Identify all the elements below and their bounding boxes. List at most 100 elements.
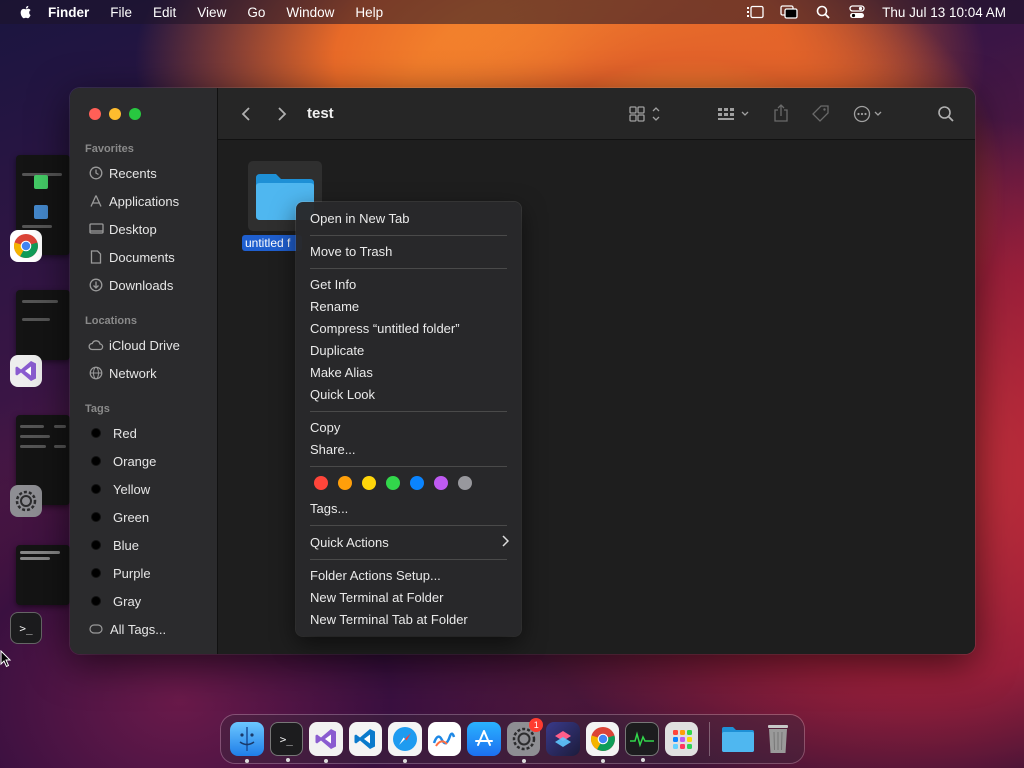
chrome-stage-icon[interactable] [10, 230, 42, 262]
menu-help[interactable]: Help [355, 5, 383, 20]
dock-visual-studio-icon[interactable] [309, 722, 343, 763]
tag-color-purple[interactable] [434, 476, 448, 490]
sidebar-item-label: Network [109, 365, 157, 381]
menu-tags[interactable]: Tags... [310, 499, 348, 519]
menu-rename[interactable]: Rename [310, 297, 359, 317]
menu-separator [310, 559, 507, 560]
menu-copy[interactable]: Copy [310, 418, 340, 438]
sidebar-tag-purple[interactable]: Purple [88, 563, 151, 583]
system-settings-stage-icon[interactable] [10, 485, 42, 517]
menu-view[interactable]: View [197, 5, 226, 20]
tag-dot-icon [91, 568, 101, 578]
forward-button[interactable] [272, 104, 292, 124]
finder-window: Favorites Recents Applications Desktop D… [70, 88, 975, 654]
menu-edit[interactable]: Edit [153, 5, 176, 20]
sidebar-item-applications[interactable]: Applications [88, 191, 179, 211]
spotlight-icon[interactable] [814, 4, 832, 20]
menu-get-info[interactable]: Get Info [310, 275, 356, 295]
sidebar-item-downloads[interactable]: Downloads [88, 275, 173, 295]
menu-quick-look[interactable]: Quick Look [310, 385, 375, 405]
menu-go[interactable]: Go [247, 5, 265, 20]
chevron-right-icon [502, 535, 510, 550]
sidebar-tag-orange[interactable]: Orange [88, 451, 156, 471]
menu-clock[interactable]: Thu Jul 13 10:04 AM [882, 5, 1006, 20]
dock-terminal-icon[interactable]: >_ [269, 722, 304, 762]
menu-open-new-tab[interactable]: Open in New Tab [310, 209, 410, 229]
tag-outline-icon [88, 621, 104, 637]
tag-color-orange[interactable] [338, 476, 352, 490]
tag-icon[interactable] [810, 103, 832, 125]
tag-color-green[interactable] [386, 476, 400, 490]
download-icon [88, 277, 104, 293]
sidebar-item-network[interactable]: Network [88, 363, 157, 383]
zoom-button[interactable] [129, 108, 141, 120]
tag-dot-icon [91, 456, 101, 466]
dock-system-settings-icon[interactable]: 1 [506, 718, 544, 763]
terminal-stage-icon[interactable]: >_ [10, 612, 42, 644]
dock-vscode-icon[interactable] [348, 722, 383, 756]
tag-color-red[interactable] [314, 476, 328, 490]
folder-label[interactable]: untitled f [242, 235, 302, 251]
menu-window[interactable]: Window [286, 5, 334, 20]
sidebar-tag-green[interactable]: Green [88, 507, 149, 527]
dock-trash-icon[interactable] [761, 722, 795, 756]
menu-make-alias[interactable]: Make Alias [310, 363, 373, 383]
visual-studio-stage-icon[interactable] [10, 355, 42, 387]
search-icon[interactable] [936, 104, 956, 124]
menu-quick-actions[interactable]: Quick Actions [310, 533, 389, 553]
menu-share[interactable]: Share... [310, 440, 356, 460]
menu-move-to-trash[interactable]: Move to Trash [310, 242, 392, 262]
dock-shortcuts-icon[interactable] [546, 722, 580, 756]
sidebar-item-recents[interactable]: Recents [88, 163, 157, 183]
back-button[interactable] [236, 104, 256, 124]
stage-manager-icon[interactable] [746, 4, 764, 20]
favorites-header: Favorites [85, 143, 134, 155]
minimize-button[interactable] [109, 108, 121, 120]
dock-launchpad-icon[interactable] [664, 722, 699, 756]
menu-app-name[interactable]: Finder [48, 5, 89, 20]
context-menu: Open in New Tab Move to Trash Get Info R… [296, 202, 521, 636]
menu-new-terminal-tab[interactable]: New Terminal Tab at Folder [310, 610, 468, 630]
dock-freeform-icon[interactable] [427, 722, 462, 756]
sidebar-tag-blue[interactable]: Blue [88, 535, 139, 555]
sidebar-tag-red[interactable]: Red [88, 423, 137, 443]
control-center-icon[interactable] [848, 4, 866, 20]
menu-compress[interactable]: Compress “untitled folder” [310, 319, 460, 339]
sidebar-all-tags[interactable]: All Tags... [88, 619, 166, 639]
menu-duplicate[interactable]: Duplicate [310, 341, 364, 361]
apple-menu-icon[interactable] [18, 4, 34, 20]
more-actions-button[interactable] [852, 104, 888, 124]
group-button[interactable] [715, 104, 755, 124]
window-controls [89, 108, 141, 120]
tag-color-yellow[interactable] [362, 476, 376, 490]
sidebar-item-documents[interactable]: Documents [88, 247, 175, 267]
finder-toolbar: test [218, 88, 975, 140]
dock-app-store-icon[interactable] [467, 722, 501, 756]
share-icon[interactable] [771, 102, 791, 124]
sidebar-tag-gray[interactable]: Gray [88, 591, 141, 611]
close-button[interactable] [89, 108, 101, 120]
tag-color-gray[interactable] [458, 476, 472, 490]
dock-finder-icon[interactable] [230, 722, 264, 763]
menu-new-terminal[interactable]: New Terminal at Folder [310, 588, 443, 608]
sidebar-item-label: All Tags... [110, 621, 167, 637]
running-indicator [285, 758, 290, 762]
sidebar-item-desktop[interactable]: Desktop [88, 219, 157, 239]
sidebar-item-icloud-drive[interactable]: iCloud Drive [88, 335, 180, 355]
menu-file[interactable]: File [110, 5, 132, 20]
dock-activity-monitor-icon[interactable] [625, 722, 659, 762]
sidebar-item-label: Yellow [113, 481, 151, 497]
dock-chrome-icon[interactable] [585, 722, 620, 763]
menu-separator [310, 411, 507, 412]
dock-folder-icon[interactable] [721, 722, 755, 756]
screen-mirroring-icon[interactable] [780, 4, 798, 20]
tag-color-blue[interactable] [410, 476, 424, 490]
view-mode-button[interactable] [626, 104, 666, 124]
sidebar-item-label: Green [113, 509, 150, 525]
sidebar-tag-yellow[interactable]: Yellow [88, 479, 150, 499]
stage-window-vs[interactable] [16, 290, 70, 360]
dock-safari-icon[interactable] [388, 722, 422, 763]
stage-window-terminal[interactable] [16, 545, 70, 605]
tag-dot-icon [91, 540, 101, 550]
menu-folder-actions-setup[interactable]: Folder Actions Setup... [310, 566, 441, 586]
